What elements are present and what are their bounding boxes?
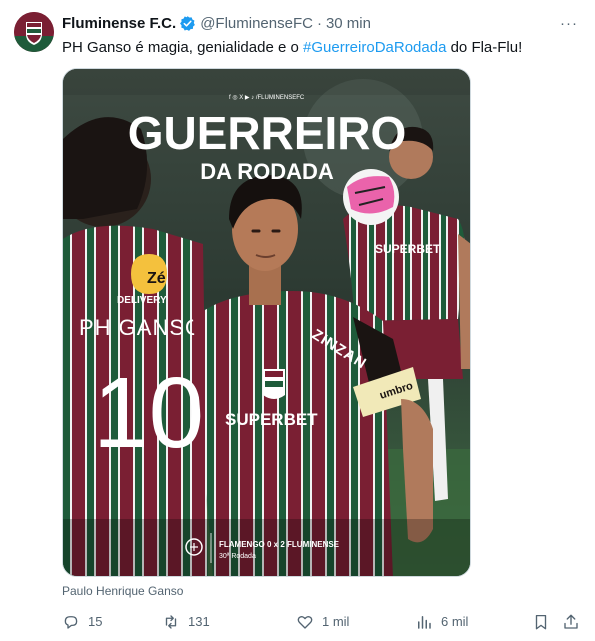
reply-count: 15 bbox=[88, 614, 103, 629]
repost-count: 131 bbox=[188, 614, 210, 629]
main-shirt-sponsor: SUPERBET bbox=[225, 410, 318, 429]
share-button[interactable] bbox=[562, 611, 588, 633]
tweet-text-after: do Fla-Flu! bbox=[446, 39, 523, 56]
bookmark-button[interactable] bbox=[532, 611, 558, 633]
author-name[interactable]: Fluminense F.C. bbox=[62, 15, 176, 32]
views-button[interactable]: 6 mil bbox=[415, 611, 468, 633]
right-player-sponsor: SUPERBET bbox=[375, 242, 441, 256]
verified-badge-icon bbox=[179, 15, 196, 32]
image-caption: Paulo Henrique Ganso bbox=[62, 584, 184, 598]
back-sponsor-delivery: DELIVERY bbox=[117, 295, 167, 306]
hashtag-link[interactable]: #GuerreiroDaRodada bbox=[303, 39, 446, 56]
views-chart-icon bbox=[418, 616, 431, 629]
headline-da-rodada: DA RODADA bbox=[200, 159, 334, 184]
separator: · bbox=[316, 14, 322, 32]
repost-icon bbox=[165, 615, 177, 629]
like-button[interactable]: 1 mil bbox=[296, 611, 349, 633]
timestamp[interactable]: 30 min bbox=[326, 15, 371, 32]
back-player-name: PH GANSO bbox=[79, 315, 203, 340]
tweet[interactable]: Fluminense F.C. @FluminenseFC · 30 min ·… bbox=[0, 0, 595, 641]
repost-button[interactable]: 131 bbox=[162, 611, 210, 633]
reply-button[interactable]: 15 bbox=[62, 611, 102, 633]
more-options-icon[interactable]: ··· bbox=[559, 13, 579, 33]
author-handle[interactable]: @FluminenseFC bbox=[200, 15, 313, 32]
score-line: FLAMENGO 0 x 2 FLUMINENSE bbox=[219, 540, 340, 549]
views-count: 6 mil bbox=[441, 614, 469, 629]
tweet-image[interactable]: SUPERBET Zé DELIVERY PH GANSO 10 ZINZAN … bbox=[62, 68, 471, 577]
share-icon bbox=[564, 614, 578, 629]
bookmark-icon bbox=[535, 614, 547, 630]
back-sponsor-ze: Zé bbox=[147, 270, 166, 287]
tweet-actions: 15 131 1 mil 6 mil bbox=[62, 611, 582, 633]
avatar[interactable] bbox=[14, 12, 54, 52]
reply-icon bbox=[64, 616, 78, 629]
headline-guerreiro: GUERREIRO bbox=[128, 107, 407, 159]
social-handles: f ◎ X ▶ ♪ /FLUMINENSEFC bbox=[229, 95, 305, 101]
heart-icon bbox=[297, 615, 313, 629]
tweet-text-before: PH Ganso é magia, genialidade e o bbox=[62, 39, 303, 56]
like-count: 1 mil bbox=[322, 614, 350, 629]
back-player-number: 10 bbox=[93, 357, 204, 469]
tweet-header: Fluminense F.C. @FluminenseFC · 30 min ·… bbox=[62, 13, 581, 33]
tweet-text: PH Ganso é magia, genialidade e o #Guerr… bbox=[62, 38, 581, 58]
round-label: 30ª Rodada bbox=[219, 553, 256, 560]
